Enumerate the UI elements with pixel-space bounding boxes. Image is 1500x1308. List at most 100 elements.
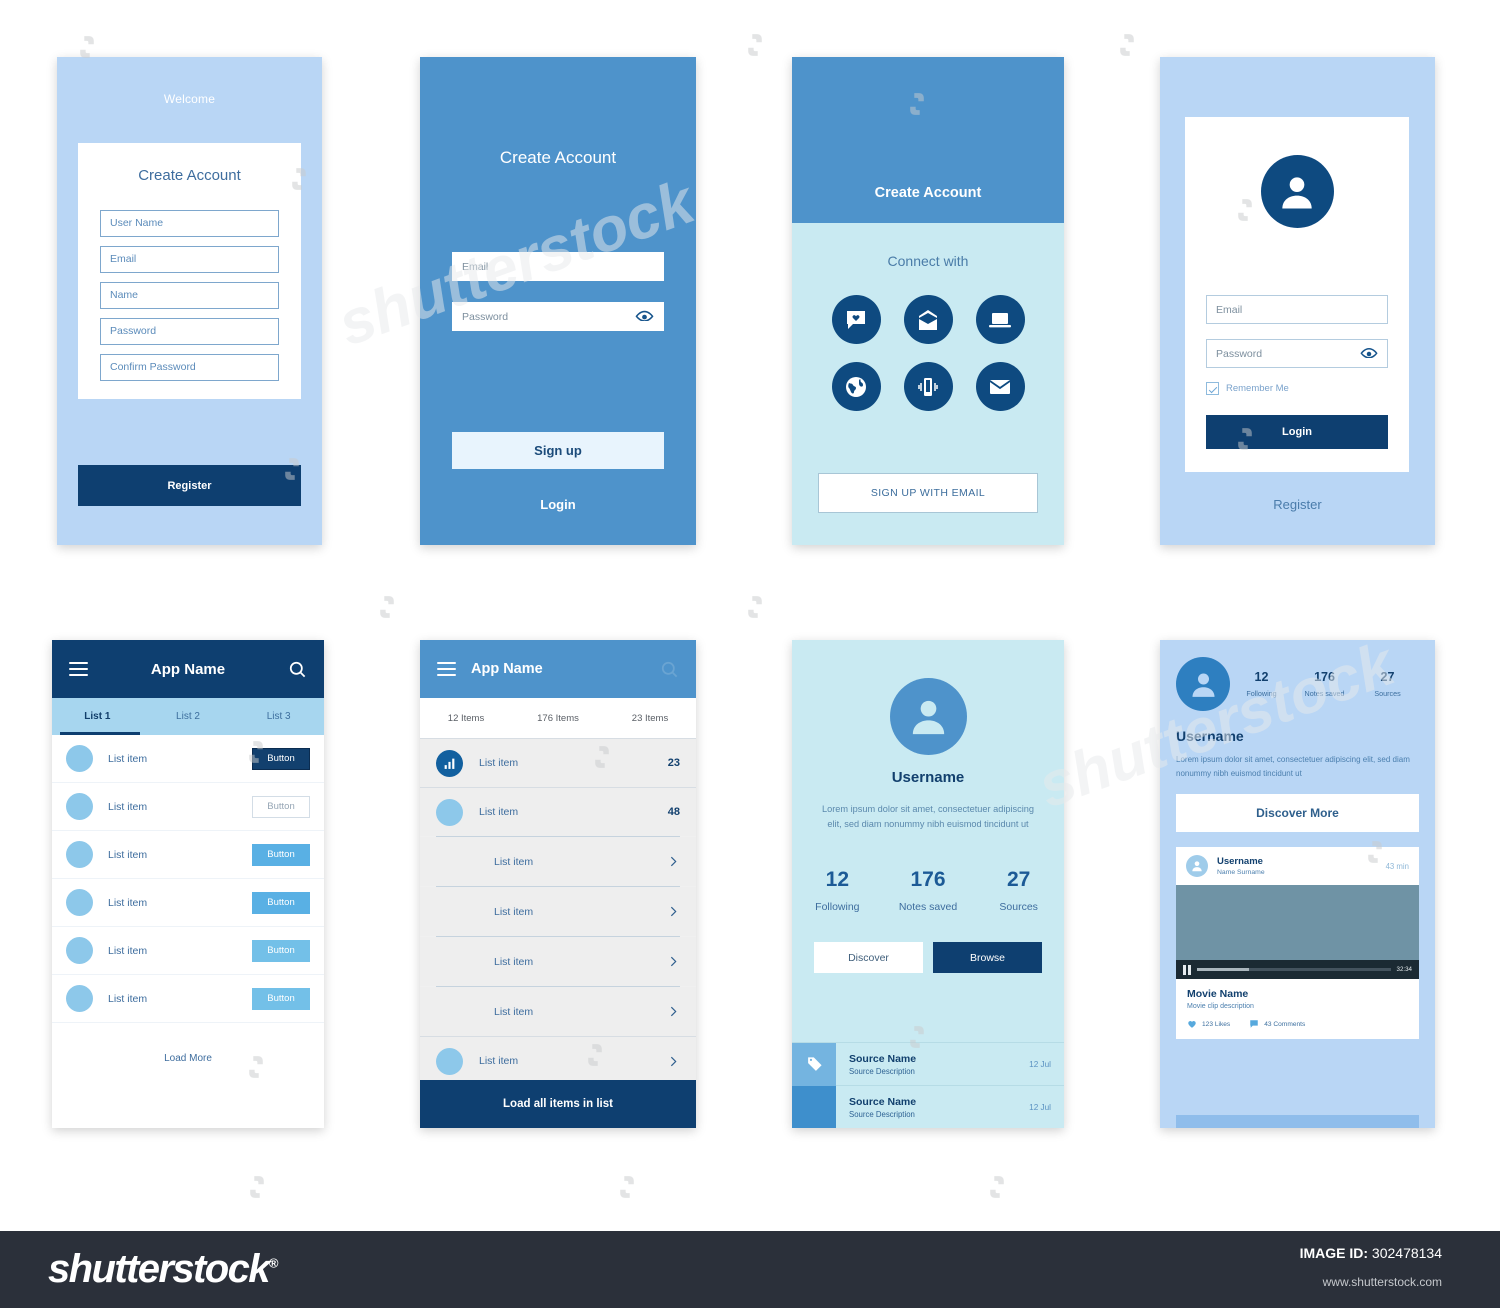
signup-with-email-button[interactable]: SIGN UP WITH EMAIL <box>818 473 1038 513</box>
username-field[interactable]: User Name <box>100 210 279 237</box>
stat-label: Following <box>1246 689 1277 698</box>
search-icon[interactable] <box>288 660 307 679</box>
post-body: Movie Name Movie clip description 123 Li… <box>1176 979 1419 1039</box>
list-item[interactable]: List item <box>420 837 696 886</box>
checkbox-icon[interactable] <box>1206 382 1219 395</box>
chevron-right-icon <box>670 1056 677 1066</box>
watermark-logo <box>980 1170 1014 1204</box>
hamburger-icon[interactable] <box>69 659 88 680</box>
source-name: Source Name <box>849 1052 917 1065</box>
password-field[interactable]: Password <box>1206 339 1388 368</box>
signup-button[interactable]: Sign up <box>452 432 664 469</box>
load-more-button[interactable]: Load More <box>52 1023 324 1093</box>
login-link[interactable]: Login <box>420 497 696 512</box>
avatar <box>66 745 93 772</box>
vibrating-phone-icon[interactable] <box>903 362 953 411</box>
source-row[interactable]: Source Name Source Description 12 Jul <box>792 1042 1064 1086</box>
source-row[interactable]: Source Name Source Description 12 Jul <box>792 1085 1064 1128</box>
email-field[interactable]: Email <box>452 252 664 281</box>
tab-list-3[interactable]: List 3 <box>233 698 324 735</box>
row-action-button[interactable]: Button <box>252 843 310 866</box>
logo-text: shutterstock <box>48 1247 270 1291</box>
watermark-logo <box>738 590 772 624</box>
tab-12-items[interactable]: 12 Items <box>420 698 512 738</box>
list-item[interactable]: List item Button <box>52 879 324 927</box>
list-item[interactable]: List item Button <box>52 735 324 783</box>
list-item[interactable]: List item Button <box>52 975 324 1023</box>
tab-list-2[interactable]: List 2 <box>143 698 234 735</box>
search-icon[interactable] <box>660 660 679 679</box>
image-id: IMAGE ID: 302478134 <box>1300 1245 1442 1261</box>
list-item-label: List item <box>494 905 534 918</box>
video-progress-slider[interactable] <box>1197 968 1391 972</box>
list-item-label: List item <box>108 752 148 765</box>
row-action-button[interactable]: Button <box>252 747 310 770</box>
list-item[interactable]: List item Button <box>52 783 324 831</box>
post-header: Username Name Surname 43 min <box>1176 847 1419 885</box>
list-item[interactable]: List item <box>420 1036 696 1085</box>
row-action-button[interactable]: Button <box>252 939 310 962</box>
name-field[interactable]: Name <box>100 282 279 309</box>
watermark-logo <box>610 1170 644 1204</box>
list-item[interactable]: List item Button <box>52 831 324 879</box>
email-field[interactable]: Email <box>1206 295 1388 324</box>
list-item-label: List item <box>479 1055 519 1067</box>
chat-heart-icon[interactable] <box>831 295 881 344</box>
discover-button[interactable]: Discover <box>814 942 923 974</box>
list-item[interactable]: List item <box>420 937 696 986</box>
video-time: 32:34 <box>1396 966 1412 974</box>
list-item-label: List item <box>479 806 519 818</box>
tab-176-items[interactable]: 176 Items <box>512 698 604 738</box>
eye-icon[interactable] <box>1360 347 1378 361</box>
tab-list-1[interactable]: List 1 <box>52 698 143 735</box>
stat-following: 12 Following <box>1230 670 1293 698</box>
eye-icon[interactable] <box>635 310 654 324</box>
confirm-password-field[interactable]: Confirm Password <box>100 354 279 381</box>
open-envelope-icon[interactable] <box>903 295 953 344</box>
screen-profile-mint: Username Lorem ipsum dolor sit amet, con… <box>792 640 1064 1128</box>
email-field[interactable]: Email <box>100 246 279 273</box>
screen-list-buttons: App Name List 1 List 2 List 3 List item … <box>52 640 324 1128</box>
avatar <box>66 841 93 868</box>
remember-me-checkbox[interactable]: Remember Me <box>1206 382 1289 395</box>
register-link[interactable]: Register <box>1160 497 1435 512</box>
post-time: 43 min <box>1385 861 1409 871</box>
laptop-icon[interactable] <box>975 295 1025 344</box>
row-action-button[interactable]: Button <box>252 987 310 1010</box>
password-field[interactable]: Password <box>100 318 279 345</box>
source-description: Source Description <box>849 1109 915 1119</box>
avatar <box>66 889 93 916</box>
user-avatar-icon <box>1176 657 1230 711</box>
post-username: Username <box>1217 856 1263 868</box>
video-player[interactable]: 32:34 <box>1176 885 1419 980</box>
list-item-label: List item <box>108 896 148 909</box>
login-button[interactable]: Login <box>1206 415 1388 449</box>
comments-item[interactable]: 43 Comments <box>1249 1019 1305 1029</box>
chevron-right-icon <box>670 956 677 967</box>
globe-icon[interactable] <box>831 362 881 411</box>
list-item[interactable]: List item <box>420 987 696 1036</box>
browse-button[interactable]: Browse <box>933 942 1042 974</box>
row-action-button[interactable]: Button <box>252 795 310 818</box>
row-action-button[interactable]: Button <box>252 891 310 914</box>
list-item[interactable]: List item Button <box>52 927 324 975</box>
list-item[interactable]: List item 48 <box>420 787 696 836</box>
movie-description: Movie clip description <box>1187 1003 1254 1011</box>
discover-more-button[interactable]: Discover More <box>1176 794 1419 833</box>
register-button[interactable]: Register <box>78 465 301 506</box>
load-all-button[interactable]: Load all items in list <box>420 1080 696 1128</box>
stat-value: 176 <box>1314 670 1335 684</box>
stat-label: Notes saved <box>1304 689 1345 698</box>
list-item[interactable]: List item <box>420 887 696 936</box>
pause-icon[interactable] <box>1183 964 1191 975</box>
video-controls[interactable]: 32:34 <box>1176 960 1419 980</box>
source-name: Source Name <box>849 1095 917 1108</box>
stat-label: Sources <box>1374 689 1401 698</box>
tab-23-items[interactable]: 23 Items <box>604 698 696 738</box>
list-item[interactable]: List item 23 <box>420 738 696 787</box>
hamburger-icon[interactable] <box>437 659 456 680</box>
password-field[interactable]: Password <box>452 302 664 331</box>
envelope-icon[interactable] <box>975 362 1025 411</box>
likes-item[interactable]: 123 Likes <box>1187 1019 1230 1029</box>
source-list: Source Name Source Description 12 Jul So… <box>792 1042 1064 1128</box>
